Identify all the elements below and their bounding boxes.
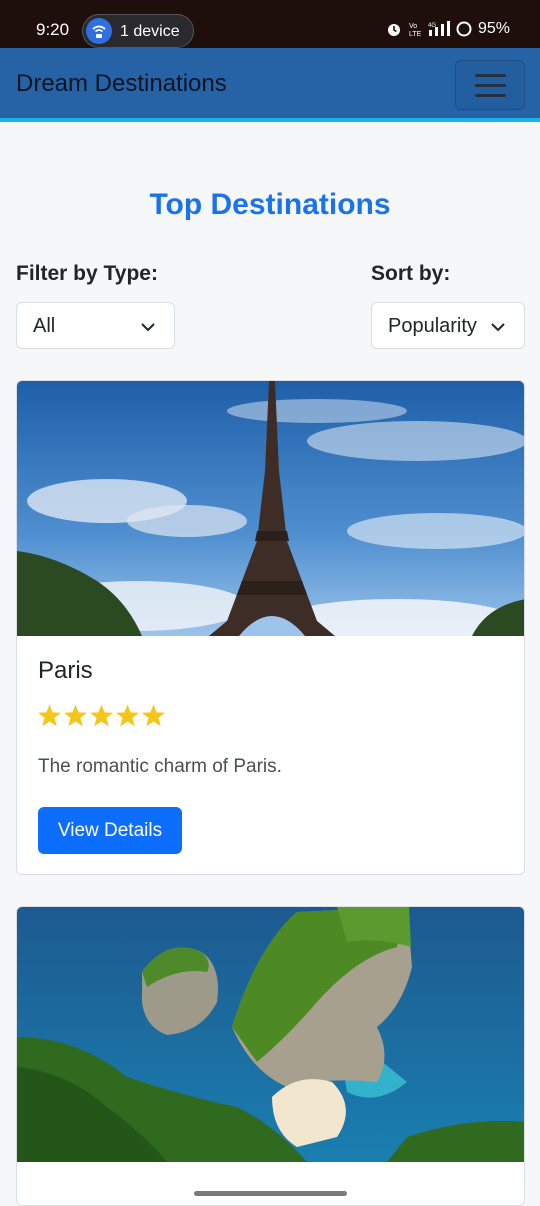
destination-card bbox=[16, 906, 525, 1206]
volte-icon: Vo LTE bbox=[409, 23, 422, 37]
destination-card: Paris The romantic charm of Paris. View … bbox=[16, 380, 525, 875]
star-icon bbox=[38, 704, 61, 727]
battery-percent: 95% bbox=[477, 20, 510, 37]
view-details-button[interactable]: View Details bbox=[38, 807, 182, 854]
card-title: Paris bbox=[38, 657, 93, 684]
star-rating bbox=[37, 703, 166, 728]
chevron-down-icon bbox=[141, 323, 155, 332]
status-time: 9:20 bbox=[36, 20, 70, 39]
status-indicators: Vo LTE 4G 95% bbox=[386, 20, 510, 38]
alarm-icon bbox=[387, 24, 400, 36]
chevron-down-icon bbox=[491, 323, 505, 332]
sort-by-select[interactable]: Popularity bbox=[371, 302, 525, 349]
star-icon bbox=[116, 704, 139, 727]
connected-device-pill[interactable]: 1 device bbox=[82, 14, 194, 48]
star-icon bbox=[142, 704, 165, 727]
star-icon bbox=[90, 704, 113, 727]
device-count-label: 1 device bbox=[120, 23, 180, 40]
page-title: Top Destinations bbox=[149, 188, 391, 221]
battery-icon bbox=[456, 21, 472, 37]
sort-by-label: Sort by: bbox=[371, 262, 451, 285]
eiffel-tower-photo bbox=[17, 381, 524, 636]
wifi-hotspot-icon bbox=[86, 18, 112, 44]
navbar: Dream Destinations bbox=[0, 48, 540, 122]
hamburger-icon bbox=[475, 74, 506, 77]
menu-toggle-button[interactable] bbox=[455, 60, 525, 110]
brand-title[interactable]: Dream Destinations bbox=[16, 70, 227, 98]
card-description: The romantic charm of Paris. bbox=[38, 756, 282, 777]
home-indicator[interactable] bbox=[194, 1191, 347, 1196]
status-bar: 9:20 1 device Vo LTE 4G 95% bbox=[0, 0, 540, 48]
sort-by-value: Popularity bbox=[388, 315, 477, 337]
svg-text:Vo: Vo bbox=[409, 23, 417, 30]
filter-type-label: Filter by Type: bbox=[16, 262, 158, 285]
star-icon bbox=[64, 704, 87, 727]
signal-icon: 4G bbox=[428, 21, 450, 36]
filter-type-select[interactable]: All bbox=[16, 302, 175, 349]
svg-text:LTE: LTE bbox=[409, 31, 422, 37]
coastal-cliff-photo bbox=[17, 907, 524, 1162]
filter-type-value: All bbox=[33, 315, 56, 337]
